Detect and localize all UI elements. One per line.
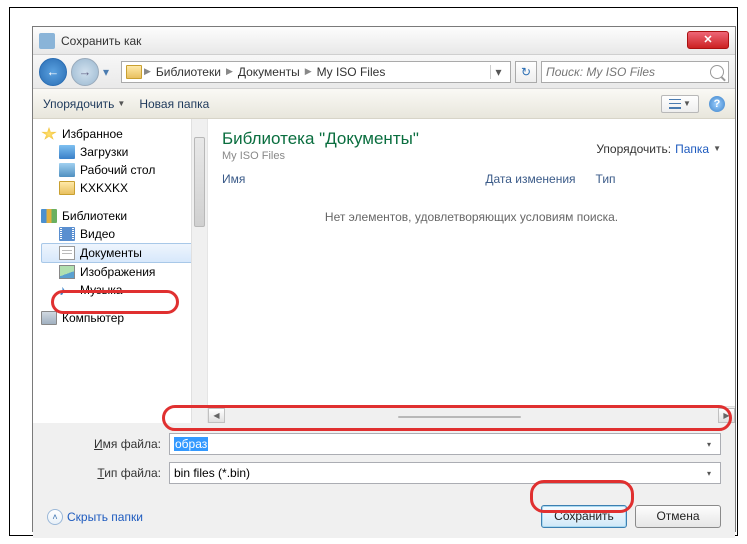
tree-item-documents[interactable]: Документы: [41, 243, 203, 263]
horizontal-scrollbar[interactable]: ◀ ▶: [208, 406, 735, 423]
video-icon: [59, 227, 75, 241]
back-button[interactable]: ←: [39, 58, 67, 86]
document-icon: [59, 246, 75, 260]
scrollbar-thumb[interactable]: [194, 137, 205, 227]
folder-icon: [126, 65, 142, 79]
libraries-icon: [41, 209, 57, 223]
folder-tree: Избранное Загрузки Рабочий стол KXKXKX Б…: [33, 125, 207, 327]
refresh-button[interactable]: ↻: [515, 61, 537, 83]
libraries-group[interactable]: Библиотеки: [41, 207, 203, 225]
filename-input[interactable]: образ ▾: [169, 433, 721, 455]
image-icon: [59, 265, 75, 279]
breadcrumb-segment[interactable]: Документы: [235, 65, 303, 79]
app-icon: [39, 33, 55, 49]
screenshot-viewport: Сохранить как ✕ ← → ▾ ▶ Библиотеки ▶ Док…: [9, 7, 738, 536]
star-icon: [41, 127, 57, 141]
help-button[interactable]: ?: [709, 96, 725, 112]
hide-folders-toggle[interactable]: ˄ Скрыть папки: [47, 509, 143, 525]
computer-group[interactable]: Компьютер: [41, 309, 203, 327]
close-button[interactable]: ✕: [687, 31, 729, 49]
organize-menu[interactable]: Упорядочить▼: [43, 97, 125, 111]
column-date[interactable]: Дата изменения: [485, 172, 575, 186]
column-name[interactable]: Имя: [222, 172, 245, 186]
file-list[interactable]: Нет элементов, удовлетворяющих условиям …: [208, 190, 735, 406]
breadcrumb-segment[interactable]: My ISO Files: [314, 65, 389, 79]
filename-value: образ: [174, 437, 208, 451]
filename-label: Имя файла:: [47, 437, 169, 451]
titlebar[interactable]: Сохранить как ✕: [33, 27, 735, 55]
search-icon: [710, 65, 724, 79]
address-bar[interactable]: ▶ Библиотеки ▶ Документы ▶ My ISO Files …: [121, 61, 511, 83]
column-type[interactable]: Тип: [596, 172, 616, 186]
chevron-right-icon[interactable]: ▶: [144, 66, 151, 77]
tree-item-video[interactable]: Видео: [41, 225, 203, 243]
dialog-body: Избранное Загрузки Рабочий стол KXKXKX Б…: [33, 119, 735, 423]
save-as-dialog: Сохранить как ✕ ← → ▾ ▶ Библиотеки ▶ Док…: [32, 26, 736, 532]
list-view-icon: [669, 99, 681, 109]
tree-item-kxk[interactable]: KXKXKX: [41, 179, 203, 197]
chevron-up-icon: ˄: [47, 509, 63, 525]
save-form: Имя файла: образ ▾ Тип файла: bin files …: [33, 423, 735, 497]
chevron-down-icon: ▼: [117, 99, 125, 108]
tree-item-music[interactable]: ♪Музыка: [41, 281, 203, 299]
tree-item-downloads[interactable]: Загрузки: [41, 143, 203, 161]
save-button[interactable]: Сохранить: [541, 505, 627, 528]
forward-button[interactable]: →: [71, 58, 99, 86]
downloads-icon: [59, 145, 75, 159]
window-title: Сохранить как: [61, 34, 141, 48]
chevron-right-icon[interactable]: ▶: [226, 66, 233, 77]
folder-icon: [59, 181, 75, 195]
library-subtitle: My ISO Files: [222, 150, 596, 162]
desktop-icon: [59, 163, 75, 177]
file-list-pane: Библиотека "Документы" My ISO Files Упор…: [208, 119, 735, 423]
nav-history-dropdown[interactable]: ▾: [103, 62, 117, 82]
arrange-by-dropdown[interactable]: Упорядочить: Папка ▼: [596, 129, 721, 162]
navigation-pane: Избранное Загрузки Рабочий стол KXKXKX Б…: [33, 119, 208, 423]
chevron-down-icon[interactable]: ▾: [702, 440, 716, 449]
tree-item-desktop[interactable]: Рабочий стол: [41, 161, 203, 179]
view-options-button[interactable]: ▼: [661, 95, 699, 113]
sidebar-scrollbar[interactable]: [191, 119, 207, 423]
scroll-right-button[interactable]: ▶: [718, 408, 735, 423]
empty-message: Нет элементов, удовлетворяющих условиям …: [325, 210, 618, 224]
chevron-down-icon[interactable]: ▾: [702, 469, 716, 478]
favorites-group[interactable]: Избранное: [41, 125, 203, 143]
column-headers: Имя Дата изменения Тип: [208, 168, 735, 190]
cancel-button[interactable]: Отмена: [635, 505, 721, 528]
breadcrumb-segment[interactable]: Библиотеки: [153, 65, 224, 79]
search-input[interactable]: [546, 65, 706, 79]
address-dropdown[interactable]: ▾: [490, 65, 506, 79]
filetype-select[interactable]: bin files (*.bin) ▾: [169, 462, 721, 484]
tree-item-images[interactable]: Изображения: [41, 263, 203, 281]
chevron-down-icon: ▼: [683, 99, 691, 108]
chevron-down-icon: ▼: [713, 144, 721, 153]
filetype-value: bin files (*.bin): [174, 466, 250, 480]
new-folder-button[interactable]: Новая папка: [139, 97, 209, 111]
scroll-left-button[interactable]: ◀: [208, 408, 225, 423]
toolbar: Упорядочить▼ Новая папка ▼ ?: [33, 89, 735, 119]
music-icon: ♪: [59, 283, 75, 297]
scrollbar-thumb[interactable]: [398, 416, 521, 418]
filetype-label: Тип файла:: [47, 466, 169, 480]
chevron-right-icon[interactable]: ▶: [305, 66, 312, 77]
computer-icon: [41, 311, 57, 325]
dialog-footer: ˄ Скрыть папки Сохранить Отмена: [33, 497, 735, 538]
library-title: Библиотека "Документы": [222, 129, 596, 149]
search-box[interactable]: [541, 61, 729, 83]
nav-bar: ← → ▾ ▶ Библиотеки ▶ Документы ▶ My ISO …: [33, 55, 735, 89]
